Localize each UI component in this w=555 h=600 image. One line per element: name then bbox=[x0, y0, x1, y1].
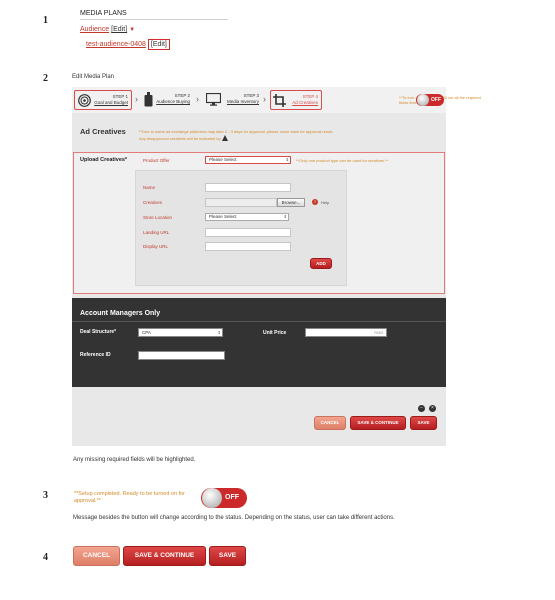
step-progress-bar: STEP 1 Goal and Budget › STEP 2 Audience… bbox=[72, 87, 481, 113]
step-ad-creatives[interactable]: STEP 4 Ad Creatives bbox=[270, 90, 322, 110]
caret-down-icon[interactable]: ▼ bbox=[129, 27, 135, 33]
store-location-select[interactable]: Please Select ⇕ bbox=[205, 213, 289, 221]
browse-button[interactable]: Browse... bbox=[277, 198, 305, 207]
product-offer-select[interactable]: Please Select ⇕ bbox=[205, 156, 291, 164]
deal-structure-select[interactable]: CPA ⇕ bbox=[138, 328, 223, 337]
step-number-2: 2 bbox=[43, 73, 48, 84]
creatives-label: Creatives bbox=[143, 200, 163, 205]
deal-structure-value: CPA bbox=[142, 330, 151, 335]
toggle-off-label: OFF bbox=[225, 494, 239, 501]
sub-audience-link[interactable]: test-audience-0408 bbox=[86, 41, 146, 48]
bottle-icon bbox=[144, 92, 153, 107]
section-2-caption: Any missing required fields will be high… bbox=[73, 457, 196, 463]
product-offer-note: **Only one product type can be used for … bbox=[296, 158, 389, 163]
save-continue-button-large[interactable]: SAVE & CONTINUE bbox=[123, 546, 206, 566]
setup-completed-message: **Setup completed. Ready to be turned on… bbox=[74, 491, 185, 504]
step-number-3: 3 bbox=[43, 490, 48, 501]
name-input[interactable] bbox=[205, 183, 291, 192]
target-icon bbox=[78, 94, 91, 107]
name-label: Name bbox=[143, 185, 156, 190]
toggle-off-label: OFF bbox=[431, 97, 441, 103]
product-offer-label: Product Offer bbox=[143, 158, 170, 163]
display-url-label: Display URL bbox=[143, 244, 169, 249]
audience-edit-link[interactable]: [Edit] bbox=[111, 26, 127, 33]
select-arrow-icon: ⇕ bbox=[285, 157, 289, 162]
ad-note-line-2: Any disapproved creatives will be indica… bbox=[139, 136, 221, 141]
landing-url-label: Landing URL bbox=[143, 230, 170, 235]
unit-price-unit: RMB bbox=[374, 330, 383, 335]
step-1-name[interactable]: Goal and Budget bbox=[94, 100, 128, 106]
save-button[interactable]: SAVE bbox=[410, 416, 437, 430]
creatives-file-input[interactable] bbox=[205, 198, 277, 207]
monitor-icon bbox=[206, 93, 221, 106]
landing-url-input[interactable] bbox=[205, 228, 291, 237]
divider bbox=[72, 321, 446, 322]
chevron-right-icon: › bbox=[135, 94, 138, 104]
on-off-toggle-large[interactable]: OFF bbox=[201, 488, 247, 508]
save-continue-button[interactable]: SAVE & CONTINUE bbox=[350, 416, 406, 430]
upload-creatives-label: Upload Creatives* bbox=[80, 157, 128, 163]
close-circle-icon[interactable]: × bbox=[429, 405, 436, 412]
cancel-button[interactable]: CANCEL bbox=[314, 416, 346, 430]
step-2-name[interactable]: Audience Buying bbox=[156, 99, 190, 105]
select-arrow-icon: ⇕ bbox=[283, 214, 287, 219]
sub-audience-row: test-audience-0408 [Edit] bbox=[86, 39, 170, 50]
chevron-right-icon: › bbox=[263, 94, 266, 104]
chevron-right-icon: › bbox=[196, 94, 199, 104]
step-media-inventory[interactable]: STEP 3 Media Inventory bbox=[204, 90, 261, 110]
step-3-name[interactable]: Media Inventory bbox=[227, 99, 259, 105]
add-button[interactable]: ADD bbox=[310, 258, 332, 269]
audience-link[interactable]: Audience bbox=[80, 26, 109, 33]
sub-audience-edit-link[interactable]: [Edit] bbox=[147, 39, 170, 50]
help-link[interactable]: Help bbox=[321, 200, 329, 205]
step-number-1: 1 bbox=[43, 15, 48, 26]
media-plans-heading: MEDIA PLANS bbox=[80, 10, 228, 20]
minus-circle-icon[interactable]: − bbox=[418, 405, 425, 412]
crop-icon bbox=[273, 94, 286, 107]
store-location-value: Please Select bbox=[209, 214, 237, 219]
reference-id-input[interactable] bbox=[138, 351, 225, 360]
section-3-caption: Message besides the button will change a… bbox=[73, 515, 395, 521]
ad-creatives-note: **Due to some ad exchange platforms may … bbox=[139, 129, 429, 142]
select-arrow-icon: ⇕ bbox=[217, 330, 221, 335]
deal-structure-label: Deal Structure* bbox=[80, 329, 117, 335]
step-number-4: 4 bbox=[43, 552, 48, 563]
audience-row: Audience [Edit] ▼ bbox=[80, 26, 135, 33]
reference-id-label: Reference ID bbox=[80, 352, 111, 358]
on-off-toggle[interactable]: OFF bbox=[416, 94, 444, 106]
display-url-input[interactable] bbox=[205, 242, 291, 251]
ad-creatives-title: Ad Creatives bbox=[80, 127, 126, 136]
step-4-name[interactable]: Ad Creatives bbox=[292, 100, 318, 106]
step-audience-buying[interactable]: STEP 2 Audience Buying bbox=[142, 90, 192, 110]
product-offer-value: Please Select bbox=[209, 157, 237, 162]
step-goal-and-budget[interactable]: STEP 1 Goal and Budget bbox=[74, 90, 132, 110]
toggle-knob[interactable] bbox=[202, 488, 222, 508]
store-location-label: Store Location bbox=[143, 215, 173, 220]
panel-title: Edit Media Plan bbox=[72, 74, 115, 80]
account-managers-title: Account Managers Only bbox=[80, 310, 161, 317]
toggle-knob[interactable] bbox=[417, 94, 429, 106]
unit-price-input[interactable]: RMB bbox=[305, 328, 387, 337]
save-button-large[interactable]: SAVE bbox=[209, 546, 246, 566]
unit-price-label: Unit Price bbox=[263, 330, 287, 336]
warning-icon bbox=[221, 135, 228, 141]
help-icon[interactable]: ? bbox=[312, 199, 318, 205]
cancel-button-large[interactable]: CANCEL bbox=[73, 546, 120, 566]
